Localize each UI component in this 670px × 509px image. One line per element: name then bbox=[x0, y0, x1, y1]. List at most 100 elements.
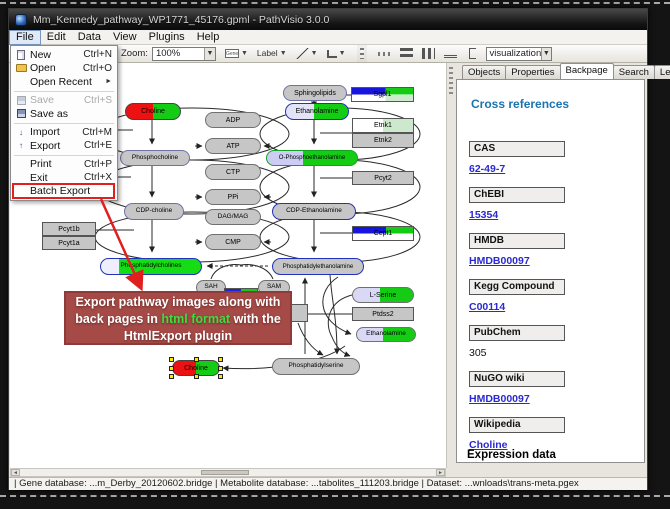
selection-handle[interactable] bbox=[169, 374, 174, 379]
callout-text-segment: html format bbox=[161, 312, 230, 326]
splitter-handle[interactable] bbox=[449, 67, 453, 95]
pathway-node-cdp-ethanolamine[interactable]: CDP-Ethanolamine bbox=[272, 203, 356, 220]
selection-handle[interactable] bbox=[194, 374, 199, 379]
xref-header-pubchem: PubChem bbox=[469, 325, 565, 341]
tab-objects[interactable]: Objects bbox=[462, 65, 506, 79]
menubar-item-view[interactable]: View bbox=[107, 30, 143, 45]
xref-link[interactable]: HMDB00097 bbox=[469, 255, 530, 267]
file-menu-item-new[interactable]: NewCtrl+N bbox=[11, 48, 117, 62]
pathway-node-cmp[interactable]: CMP bbox=[205, 234, 261, 250]
file-menu-item-save-as[interactable]: Save as bbox=[11, 107, 117, 121]
menu-item-label: Import bbox=[30, 126, 60, 138]
label-tool-icon: Label bbox=[257, 48, 278, 59]
pathway-node-pcyt2[interactable]: Pcyt2 bbox=[352, 171, 414, 185]
title-bar[interactable]: Mm_Kennedy_pathway_WP1771_45176.gpml - P… bbox=[9, 9, 647, 30]
label-tool-button[interactable]: Label▼ bbox=[257, 48, 287, 59]
selection-handle[interactable] bbox=[218, 357, 223, 362]
scrollbar-thumb[interactable] bbox=[201, 470, 249, 475]
pathway-node-pcyt1b[interactable]: Pcyt1b bbox=[42, 222, 96, 236]
horizontal-scrollbar[interactable]: ◄ ► bbox=[10, 468, 446, 477]
pathway-node-cept1[interactable]: Cept1 bbox=[352, 226, 414, 241]
pathway-node-dag-mag[interactable]: DAG/MAG bbox=[205, 209, 261, 225]
pathway-node-ethanolamine-bottom[interactable]: Ethanolamine bbox=[356, 327, 416, 342]
tab-properties[interactable]: Properties bbox=[505, 65, 560, 79]
line-tool-button[interactable]: ▼ bbox=[296, 48, 318, 59]
menu-item-shortcut: Ctrl+N bbox=[83, 49, 112, 60]
visualization-combobox[interactable]: visualization ▼ bbox=[486, 47, 552, 61]
pathway-node-phosphatidylcholines[interactable]: Phosphatidylcholines bbox=[100, 258, 202, 275]
menubar-item-plugins[interactable]: Plugins bbox=[143, 30, 191, 45]
pathway-node-ptdss2[interactable]: Ptdss2 bbox=[352, 307, 414, 321]
menu-item-shortcut: Ctrl+X bbox=[84, 172, 112, 183]
pathway-node-atp[interactable]: ATP bbox=[205, 138, 261, 154]
menubar-item-file[interactable]: File bbox=[9, 30, 41, 45]
pathway-node-phosphatidylserine[interactable]: Phosphatidylserine bbox=[272, 358, 360, 375]
pathway-node-o-phosphoethanolamine[interactable]: O-Phosphoethanolamine bbox=[266, 150, 358, 166]
distribute-tool-icon bbox=[444, 49, 457, 58]
chevron-down-icon[interactable]: ▼ bbox=[541, 48, 550, 60]
xref-link[interactable]: 62-49-7 bbox=[469, 163, 505, 175]
scroll-left-icon[interactable]: ◄ bbox=[11, 469, 20, 476]
chevron-down-icon[interactable]: ▼ bbox=[311, 50, 318, 57]
zoom-combobox[interactable]: 100% ▼ bbox=[152, 47, 216, 61]
xref-link[interactable]: 15354 bbox=[469, 209, 498, 221]
xref-link[interactable]: HMDB00097 bbox=[469, 393, 530, 405]
annotation-callout: Export pathway images along with back pa… bbox=[64, 291, 292, 345]
pathway-node-ethanolamine-top[interactable]: Ethanolamine bbox=[285, 103, 349, 120]
pathway-node-phosphocholine[interactable]: Phosphocholine bbox=[120, 150, 190, 166]
menubar-item-edit[interactable]: Edit bbox=[41, 30, 72, 45]
selection-handle[interactable] bbox=[194, 357, 199, 362]
import-icon: ↓ bbox=[14, 128, 28, 137]
tab-search[interactable]: Search bbox=[613, 65, 655, 79]
bottom-dashed-line bbox=[0, 495, 670, 497]
file-menu-item-export[interactable]: ↑ExportCtrl+E bbox=[11, 139, 117, 153]
menu-item-shortcut: Ctrl+P bbox=[84, 159, 112, 170]
pathway-node-choline-top[interactable]: Choline bbox=[125, 103, 181, 120]
chevron-down-icon[interactable]: ▼ bbox=[339, 50, 346, 57]
pathway-node-sgpl1[interactable]: Sgpl1 bbox=[351, 87, 414, 102]
file-menu-item-import[interactable]: ↓ImportCtrl+M bbox=[11, 126, 117, 140]
stack-vertical-tool-button[interactable] bbox=[422, 48, 435, 59]
batch-export-highlight-box bbox=[12, 183, 115, 199]
panel-splitter[interactable] bbox=[446, 63, 455, 468]
pathway-node-cdp-choline[interactable]: CDP-choline bbox=[124, 203, 184, 220]
tab-legend[interactable]: Legend bbox=[654, 65, 670, 79]
file-menu-item-open-recent[interactable]: Open Recent► bbox=[11, 75, 117, 89]
status-bar: | Gene database: ...m_Derby_20120602.bri… bbox=[9, 477, 647, 490]
expression-data-heading: Expression data bbox=[467, 449, 556, 461]
pathway-node-etnk2[interactable]: Etnk2 bbox=[352, 133, 414, 148]
selection-handle[interactable] bbox=[169, 357, 174, 362]
xref-header-kegg-compound: Kegg Compound bbox=[469, 279, 565, 295]
pathway-node-ctp[interactable]: CTP bbox=[205, 164, 261, 180]
gene-node-tool-button[interactable]: Gene▼ bbox=[225, 49, 248, 58]
pathway-node-ppi[interactable]: PPi bbox=[205, 189, 261, 205]
menubar-item-data[interactable]: Data bbox=[72, 30, 107, 45]
pathway-node-pcyt1a[interactable]: Pcyt1a bbox=[42, 236, 96, 250]
menu-separator bbox=[14, 123, 114, 124]
menubar-item-help[interactable]: Help bbox=[191, 30, 226, 45]
selection-handle[interactable] bbox=[218, 374, 223, 379]
pathway-node-adp[interactable]: ADP bbox=[205, 112, 261, 128]
tab-backpage[interactable]: Backpage bbox=[560, 63, 614, 79]
chevron-down-icon[interactable]: ▼ bbox=[241, 50, 248, 57]
distribute-tool-button[interactable] bbox=[444, 49, 457, 58]
file-menu-item-print[interactable]: PrintCtrl+P bbox=[11, 158, 117, 172]
menu-separator bbox=[14, 155, 114, 156]
xref-header-chebi: ChEBI bbox=[469, 187, 565, 203]
align-middle-tool-button[interactable] bbox=[378, 48, 391, 60]
pathway-node-etnk1[interactable]: Etnk1 bbox=[352, 118, 414, 133]
align-center-tool-button[interactable] bbox=[355, 48, 369, 59]
stack-horizontal-tool-button[interactable] bbox=[400, 48, 413, 59]
chevron-down-icon[interactable]: ▼ bbox=[204, 48, 215, 60]
selection-handle[interactable] bbox=[218, 366, 223, 371]
pathway-node-l-serine[interactable]: L-Serine bbox=[352, 287, 414, 303]
file-menu-item-open[interactable]: OpenCtrl+O bbox=[11, 62, 117, 76]
pathway-node-sphingolipids[interactable]: Sphingolipids bbox=[283, 85, 347, 101]
connector-tool-button[interactable]: ▼ bbox=[327, 50, 346, 58]
chevron-down-icon[interactable]: ▼ bbox=[280, 50, 287, 57]
group-tool-button[interactable] bbox=[466, 48, 476, 59]
scroll-right-icon[interactable]: ► bbox=[436, 469, 445, 476]
pathway-node-phosphatidylethanolamine[interactable]: Phosphatidylethanolamine bbox=[272, 258, 364, 275]
xref-link[interactable]: C00114 bbox=[469, 301, 505, 313]
selection-handle[interactable] bbox=[169, 366, 174, 371]
